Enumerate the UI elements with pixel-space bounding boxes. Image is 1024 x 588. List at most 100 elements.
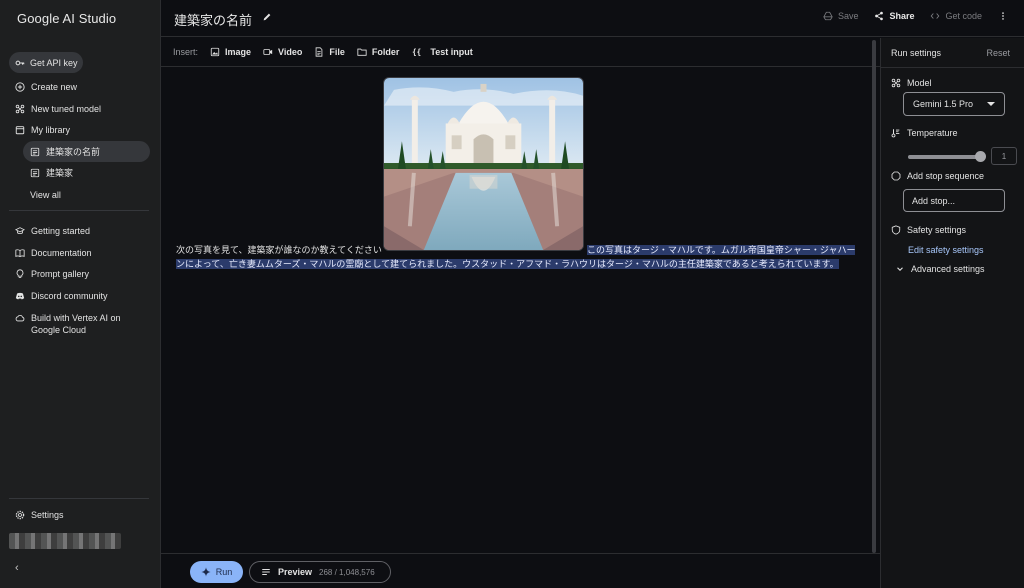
video-icon	[263, 47, 273, 57]
insert-test-input-button[interactable]: {{ Test input	[411, 47, 473, 57]
stop-sequence-label: Add stop sequence	[891, 171, 984, 181]
run-settings-title: Run settings	[891, 48, 942, 58]
run-settings-panel: Run settings Reset Model Gemini 1.5 Pro …	[880, 38, 1024, 588]
sidebar-item-label: Getting started	[31, 225, 91, 236]
token-count: 268 / 1,048,576	[319, 567, 375, 577]
editor-scrollbar[interactable]	[872, 40, 876, 553]
tune-icon	[15, 104, 25, 114]
page-title: 建築家の名前	[174, 13, 253, 28]
discord-icon	[15, 291, 25, 301]
model-label: Model	[891, 78, 932, 88]
folder-icon	[357, 47, 367, 57]
sidebar-item-settings[interactable]: Settings	[9, 504, 64, 525]
insert-image-button[interactable]: Image	[210, 47, 251, 57]
insert-file-label: File	[329, 47, 345, 57]
get-code-button[interactable]: Get code	[930, 11, 982, 21]
sidebar-item-label: Prompt gallery	[31, 268, 90, 279]
reset-button[interactable]: Reset	[986, 48, 1010, 58]
sidebar-item-new-tuned-model[interactable]: New tuned model	[9, 98, 101, 119]
collapse-sidebar-button[interactable]: ‹	[15, 562, 19, 574]
sidebar-divider	[9, 210, 149, 211]
sidebar-item-label: Build with Vertex AI on Google Cloud	[31, 312, 121, 336]
stop-sequence-input[interactable]: Add stop...	[903, 189, 1005, 212]
temperature-value-input[interactable]: 1	[991, 147, 1017, 165]
insert-folder-label: Folder	[371, 47, 400, 57]
drive-icon	[823, 11, 833, 21]
save-button[interactable]: Save	[823, 11, 859, 21]
run-button[interactable]: Run	[190, 561, 243, 583]
sidebar-item-prompt-gallery[interactable]: Prompt gallery	[9, 263, 89, 284]
insert-video-label: Video	[278, 47, 303, 57]
temperature-slider-track[interactable]	[908, 155, 980, 159]
variable-braces-icon: {{	[411, 47, 425, 57]
get-api-key-button[interactable]: Get API key	[9, 52, 83, 73]
sparkle-icon	[201, 567, 211, 577]
temperature-label: Temperature	[891, 128, 958, 138]
gear-icon	[15, 510, 25, 520]
sidebar-item-create-new[interactable]: Create new	[9, 76, 77, 97]
sidebar-item-getting-started[interactable]: Getting started	[9, 220, 90, 241]
library-item-architect-name[interactable]: 建築家の名前	[23, 141, 150, 162]
sidebar-item-my-library[interactable]: My library	[9, 119, 70, 140]
run-label: Run	[215, 567, 233, 577]
save-label: Save	[837, 11, 859, 21]
vertex-label-line1: Build with Vertex AI on	[31, 313, 121, 323]
sidebar-item-label: Settings	[31, 509, 64, 520]
insert-image-label: Image	[225, 47, 252, 57]
temperature-slider-thumb[interactable]	[975, 151, 986, 162]
top-bar: 建築家の名前 Save Share Get code	[161, 0, 1024, 37]
more-vert-icon[interactable]	[998, 11, 1008, 21]
model-response-line1: この写真はタージ・マハルです。ムガル帝国皇帝シャー・ジャハー	[587, 244, 856, 256]
top-actions: Save Share Get code	[823, 11, 1008, 21]
insert-file-button[interactable]: File	[314, 47, 345, 57]
sidebar-item-discord-community[interactable]: Discord community	[9, 285, 108, 306]
response-highlight: この写真はタージ・マハルです。ムガル帝国皇帝シャー・ジャハー	[587, 245, 856, 255]
model-icon	[891, 78, 901, 88]
lightbulb-icon	[15, 268, 25, 279]
model-label-text: Model	[907, 78, 932, 88]
edit-safety-settings-link[interactable]: Edit safety settings	[908, 245, 984, 255]
plus-circle-icon	[15, 81, 25, 92]
preview-label: Preview	[278, 567, 313, 577]
response-highlight: ンによって、亡き妻ムムターズ・マハルの霊廟として建てられました。ウスタッド・アフ…	[176, 259, 839, 269]
model-select[interactable]: Gemini 1.5 Pro	[903, 92, 1005, 116]
prompt-editor[interactable]: 次の写真を見て、建築家が誰なのか教えてください この写真はタージ・マハルです。ム…	[161, 68, 871, 553]
preview-button[interactable]: Preview 268 / 1,048,576	[249, 561, 391, 583]
sidebar-item-build-vertex-ai[interactable]: Build with Vertex AI on Google Cloud	[9, 308, 121, 340]
library-icon	[15, 125, 25, 135]
library-item-label: 建築家の名前	[46, 147, 101, 157]
taj-mahal-image[interactable]	[383, 77, 584, 251]
pencil-icon[interactable]	[262, 12, 272, 22]
thermometer-icon	[891, 128, 901, 138]
insert-label: Insert:	[173, 47, 199, 57]
sidebar: Google AI Studio Get API key Create new …	[0, 0, 161, 588]
sidebar-item-label: New tuned model	[31, 103, 102, 114]
prompt-doc-icon	[30, 147, 40, 157]
share-button[interactable]: Share	[874, 11, 914, 21]
insert-folder-button[interactable]: Folder	[357, 47, 400, 57]
view-all-link[interactable]: View all	[24, 184, 61, 205]
safety-settings-label-text: Safety settings	[907, 225, 967, 235]
sidebar-item-label: My library	[31, 124, 71, 135]
svg-text:{{: {{	[413, 48, 422, 57]
insert-video-button[interactable]: Video	[263, 47, 302, 57]
cloud-icon	[15, 313, 25, 323]
key-icon	[15, 58, 25, 68]
sidebar-item-documentation[interactable]: Documentation	[9, 242, 92, 263]
file-icon	[314, 47, 324, 57]
prompt-doc-icon	[30, 168, 40, 178]
insert-toolbar: Insert: Image Video File Folder {{ Test …	[161, 38, 880, 67]
library-item-architect[interactable]: 建築家	[23, 162, 150, 183]
safety-settings-label: Safety settings	[891, 225, 966, 235]
advanced-settings-toggle[interactable]: Advanced settings	[895, 264, 985, 274]
panel-divider	[881, 67, 1024, 68]
share-label: Share	[889, 11, 915, 21]
user-account[interactable]	[9, 533, 121, 549]
library-item-label: 建築家	[46, 168, 74, 178]
get-code-label: Get code	[945, 11, 982, 21]
model-response-line2: ンによって、亡き妻ムムターズ・マハルの霊廟として建てられました。ウスタッド・アフ…	[176, 258, 839, 270]
brand-logo[interactable]: Google AI Studio	[17, 11, 116, 26]
sidebar-divider	[9, 498, 149, 499]
documentation-icon	[15, 248, 25, 258]
sidebar-item-label: Discord community	[31, 290, 108, 301]
